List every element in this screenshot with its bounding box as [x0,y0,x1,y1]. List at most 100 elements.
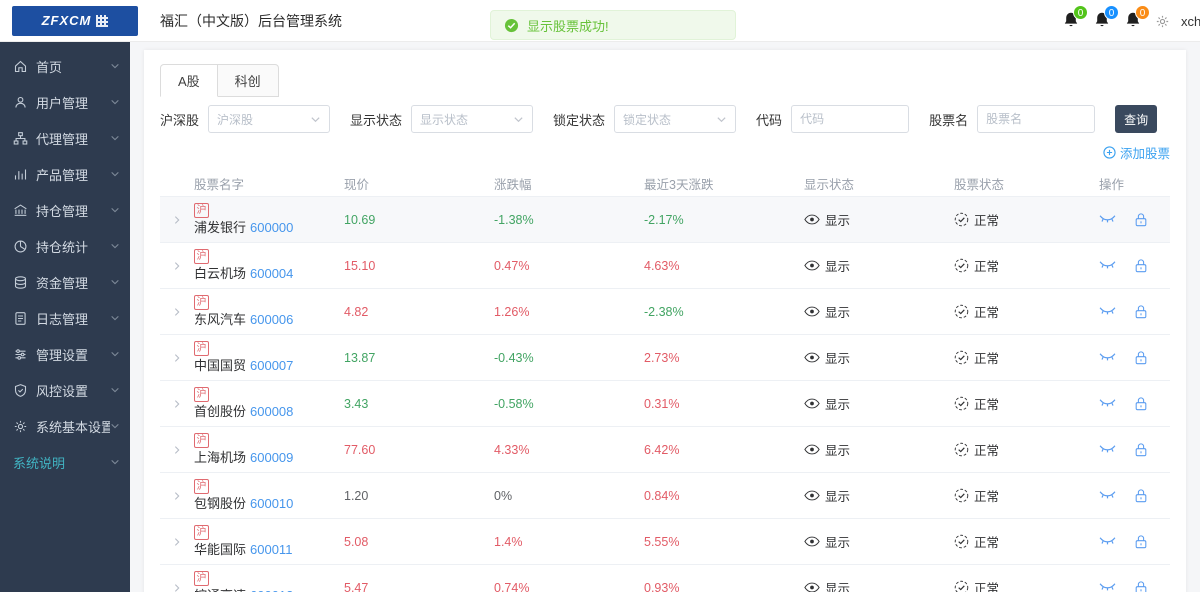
log-icon [13,311,28,326]
notification-badge: 0 [1135,5,1150,20]
logo-text: ZFXCM [42,13,92,28]
hide-stock-button[interactable] [1099,351,1116,364]
stock-name-cell: 沪 上海机场 600009 [194,433,344,467]
add-stock-button[interactable]: 添加股票 [1103,143,1170,162]
stock-status-cell: 正常 [954,210,1099,229]
shield-icon [13,383,28,398]
chart-icon [13,167,28,182]
check-circle-dashed-icon [954,304,969,319]
sidebar-item-5[interactable]: 持仓统计 [0,228,130,264]
chevron-right-icon [172,399,182,409]
expand-row-button[interactable] [160,445,194,455]
lock-stock-button[interactable] [1134,580,1148,592]
username-menu[interactable]: xchen [1181,14,1200,29]
stock-code-link[interactable]: 600006 [250,312,293,327]
sidebar-item-7[interactable]: 日志管理 [0,300,130,336]
settings-gear-button[interactable] [1155,14,1170,29]
sidebar-item-6[interactable]: 资金管理 [0,264,130,300]
stock-code-link[interactable]: 600007 [250,358,293,373]
lock-stock-button[interactable] [1134,534,1148,550]
change-percent: 0.74% [494,581,644,592]
hide-stock-button[interactable] [1099,397,1116,410]
lock-status-select[interactable]: 锁定状态 [614,105,736,133]
toast-message: 显示股票成功! [527,16,609,35]
chevron-right-icon [172,491,182,501]
hide-stock-button[interactable] [1099,489,1116,502]
code-input[interactable] [791,105,909,133]
eye-closed-icon [1099,443,1116,456]
shanghai-market-badge: 沪 [194,433,209,448]
stock-code-link[interactable]: 600010 [250,496,293,511]
sidebar-item-10[interactable]: 系统基本设置 [0,408,130,444]
lock-stock-button[interactable] [1134,442,1148,458]
eye-closed-icon [1099,397,1116,410]
lock-stock-button[interactable] [1134,304,1148,320]
notification-bell-button[interactable]: 0 [1093,10,1113,32]
hide-stock-button[interactable] [1099,535,1116,548]
expand-row-button[interactable] [160,307,194,317]
lock-stock-button[interactable] [1134,350,1148,366]
sidebar-item-8[interactable]: 管理设置 [0,336,130,372]
table-body: 沪 浦发银行600000 10.69 -1.38% -2.17% 显示 正常 [160,196,1170,592]
lock-stock-button[interactable] [1134,212,1148,228]
hide-stock-button[interactable] [1099,213,1116,226]
expand-row-button[interactable] [160,491,194,501]
col-current-price: 现价 [344,174,494,193]
market-select[interactable]: 沪深股 [208,105,330,133]
tab-a-shares[interactable]: A股 [160,64,218,97]
query-button[interactable]: 查询 [1115,105,1157,133]
col-actions: 操作 [1099,174,1170,193]
sidebar-item-1[interactable]: 用户管理 [0,84,130,120]
sidebar-item-2[interactable]: 代理管理 [0,120,130,156]
sidebar-item-label: 资金管理 [36,273,110,292]
col-change: 涨跌幅 [494,174,644,193]
sidebar-item-0[interactable]: 首页 [0,48,130,84]
hide-stock-button[interactable] [1099,581,1116,592]
sidebar-item-11[interactable]: 系统说明 [0,444,130,480]
stock-code-link[interactable]: 600011 [250,542,292,557]
chevron-down-icon [110,385,120,395]
sidebar-item-4[interactable]: 持仓管理 [0,192,130,228]
hide-stock-button[interactable] [1099,305,1116,318]
sliders-icon [13,347,28,362]
stock-code-link[interactable]: 600008 [250,404,293,419]
expand-row-button[interactable] [160,261,194,271]
table-row: 沪 中国国贸600007 13.87 -0.43% 2.73% 显示 正常 [160,334,1170,380]
table-row: 沪 上海机场600009 77.60 4.33% 6.42% 显示 正常 [160,426,1170,472]
lock-stock-button[interactable] [1134,396,1148,412]
sidebar-item-label: 产品管理 [36,165,110,184]
expand-row-button[interactable] [160,215,194,225]
hide-stock-button[interactable] [1099,259,1116,272]
display-status-select[interactable]: 显示状态 [411,105,533,133]
notification-bell-button[interactable]: 0 [1124,10,1144,32]
chevron-right-icon [172,261,182,271]
current-price: 1.20 [344,489,494,503]
stock-code-link[interactable]: 600012 [250,588,293,592]
eye-icon [804,352,820,363]
sidebar-item-3[interactable]: 产品管理 [0,156,130,192]
lock-stock-button[interactable] [1134,258,1148,274]
expand-row-button[interactable] [160,399,194,409]
stock-name: 上海机场 [194,450,246,465]
expand-row-button[interactable] [160,537,194,547]
expand-row-button[interactable] [160,583,194,592]
change-3day-percent: 0.84% [644,489,804,503]
chevron-down-icon [110,133,120,143]
notification-bell-button[interactable]: 0 [1062,10,1082,32]
expand-row-button[interactable] [160,353,194,363]
lock-stock-button[interactable] [1134,488,1148,504]
tab-star-market[interactable]: 科创 [218,64,279,97]
table-header: 股票名字 现价 涨跌幅 最近3天涨跌 显示状态 股票状态 操作 [160,170,1170,196]
sidebar-item-9[interactable]: 风控设置 [0,372,130,408]
stock-code-link[interactable]: 600009 [250,450,293,465]
row-actions [1099,488,1170,504]
current-price: 15.10 [344,259,494,273]
stockname-input[interactable] [977,105,1095,133]
hide-stock-button[interactable] [1099,443,1116,456]
stock-name: 皖通高速 [194,588,246,592]
stock-code-link[interactable]: 600000 [250,220,293,235]
chevron-down-icon [110,457,120,467]
stock-name-cell: 沪 中国国贸600007 [194,341,344,375]
sidebar-item-label: 系统基本设置 [36,417,110,436]
stock-code-link[interactable]: 600004 [250,266,293,281]
